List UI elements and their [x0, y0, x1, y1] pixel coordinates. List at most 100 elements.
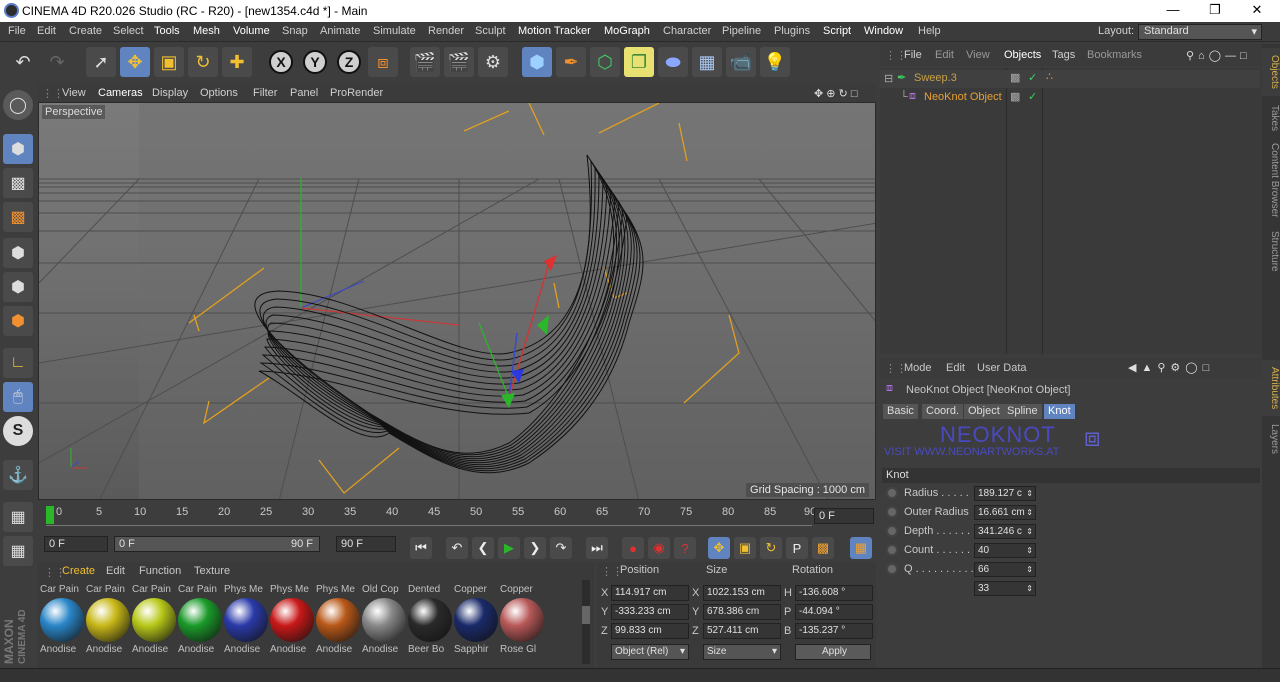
key-scale-icon[interactable]: ▣	[734, 537, 756, 559]
rot-b-field[interactable]: -135.237 °	[795, 623, 873, 639]
objects-menu-edit[interactable]: Edit	[935, 49, 954, 61]
timeline-ruler[interactable]: 0 5 10 15 20 25 30 35 40 45 50 55 60 65 …	[38, 500, 876, 534]
material-swatch[interactable]	[454, 598, 498, 642]
tag-icon[interactable]: ∴	[1046, 70, 1053, 83]
cube-object-icon[interactable]: ⬢	[522, 47, 552, 77]
animate-radio-icon[interactable]	[886, 544, 898, 556]
make-editable-icon[interactable]: ◯	[3, 90, 33, 120]
coordinate-system-icon[interactable]: ⧈	[368, 47, 398, 77]
live-selection-icon[interactable]: ➚	[86, 47, 116, 77]
objects-menu-objects[interactable]: Objects	[1004, 49, 1041, 61]
play-icon[interactable]: ▶	[498, 537, 520, 559]
menu-create[interactable]: Create	[69, 25, 102, 37]
maximize-icon[interactable]: ❐	[1200, 2, 1230, 20]
animate-radio-icon[interactable]	[886, 487, 898, 499]
material-name[interactable]: Anodise	[86, 644, 130, 655]
menu-file[interactable]: File	[8, 25, 26, 37]
param-field[interactable]: 341.246 c ⇕	[974, 524, 1036, 539]
record-active-icon[interactable]: ●	[622, 537, 644, 559]
material-menu-create[interactable]: Create	[62, 565, 95, 577]
material-swatch[interactable]	[40, 598, 84, 642]
material-name[interactable]: Rose Gl	[500, 644, 544, 655]
z-axis-lock-button[interactable]: Z	[334, 47, 364, 77]
key-parameter-icon[interactable]: P	[786, 537, 808, 559]
tab-coord[interactable]: Coord.	[922, 404, 964, 419]
layout-select[interactable]: Standard ▾	[1138, 24, 1262, 40]
collapse-icon[interactable]: ⊟	[884, 72, 893, 85]
material-swatch[interactable]	[270, 598, 314, 642]
objects-menu-bookmarks[interactable]: Bookmarks	[1087, 49, 1142, 61]
material-scrollbar[interactable]	[582, 580, 590, 664]
coord-mode-select[interactable]: Object (Rel) ▾	[611, 644, 689, 660]
autokey-icon[interactable]: ◉	[648, 537, 670, 559]
go-to-start-icon[interactable]: ⏮	[410, 537, 432, 559]
start-frame-field[interactable]: 0 F	[44, 536, 108, 552]
menu-pipeline[interactable]: Pipeline	[722, 25, 761, 37]
attributes-menu-user-data[interactable]: User Data	[977, 362, 1027, 374]
light-icon[interactable]: 💡	[760, 47, 790, 77]
keyframe-selection-icon[interactable]: ?	[674, 537, 696, 559]
side-tab-attributes[interactable]: Attributes	[1262, 360, 1280, 416]
material-menu-function[interactable]: Function	[139, 565, 181, 577]
polygons-mode-icon[interactable]: ⬢	[3, 306, 33, 336]
tree-row-neoknot[interactable]: └ ⧈ NeoKnot Object ▩ ✓	[880, 89, 1260, 107]
param-field[interactable]: 40 ⇕	[974, 543, 1036, 558]
menu-window[interactable]: Window	[864, 25, 903, 37]
size-x-field[interactable]: 1022.153 cm	[703, 585, 781, 601]
range-slider[interactable]: 0 F 90 F	[114, 536, 320, 552]
material-swatch[interactable]	[224, 598, 268, 642]
side-tab-content-browser[interactable]: Content Browser	[1262, 138, 1280, 222]
tab-object[interactable]: Object	[964, 404, 1004, 419]
menu-render[interactable]: Render	[428, 25, 464, 37]
pen-spline-icon[interactable]: ✒	[556, 47, 586, 77]
go-to-end-icon[interactable]: ⏭	[586, 537, 608, 559]
param-field[interactable]: 16.661 cm ⇕	[974, 505, 1036, 520]
material-swatch[interactable]	[362, 598, 406, 642]
material-swatch[interactable]	[408, 598, 452, 642]
solo-mode-icon[interactable]: S	[3, 416, 33, 446]
animate-radio-icon[interactable]	[886, 563, 898, 575]
material-swatch[interactable]	[316, 598, 360, 642]
objects-menu-view[interactable]: View	[966, 49, 990, 61]
viewport-menu-prorender[interactable]: ProRender	[330, 87, 383, 99]
timeline-window-icon[interactable]: ▦	[850, 537, 872, 559]
material-swatch[interactable]	[178, 598, 222, 642]
edges-mode-icon[interactable]: ⬢	[3, 272, 33, 302]
camera-icon[interactable]: 📹	[726, 47, 756, 77]
spinner-icon[interactable]: ⇕	[1026, 544, 1033, 557]
menu-edit[interactable]: Edit	[37, 25, 56, 37]
timeline-track[interactable]: 0 5 10 15 20 25 30 35 40 45 50 55 60 65 …	[46, 504, 816, 526]
cloner-icon[interactable]: ❐	[624, 47, 654, 77]
scale-tool-icon[interactable]: ▣	[154, 47, 184, 77]
tab-knot[interactable]: Knot	[1044, 404, 1075, 419]
attributes-menu-edit[interactable]: Edit	[946, 362, 965, 374]
menu-help[interactable]: Help	[918, 25, 941, 37]
model-mode-icon[interactable]: ⬢	[3, 134, 33, 164]
animate-radio-icon[interactable]	[886, 525, 898, 537]
tab-basic[interactable]: Basic	[883, 404, 918, 419]
move-tool-icon[interactable]: ✥	[120, 47, 150, 77]
render-picture-viewer-icon[interactable]: 🎬	[444, 47, 474, 77]
spinner-icon[interactable]: ⇕	[1026, 525, 1033, 538]
visibility-icon[interactable]: ▩	[1010, 90, 1020, 103]
undo-button[interactable]: ↶	[8, 47, 38, 77]
viewport-menu-filter[interactable]: Filter	[253, 87, 277, 99]
current-frame-field[interactable]: 0 F	[814, 508, 874, 524]
param-field[interactable]: 66 ⇕	[974, 562, 1036, 577]
next-frame-icon[interactable]: ❯	[524, 537, 546, 559]
menu-plugins[interactable]: Plugins	[774, 25, 810, 37]
next-key-icon[interactable]: ↷	[550, 537, 572, 559]
viewport-menu-cameras[interactable]: Cameras	[98, 87, 143, 99]
objects-nav-icons[interactable]: ⚲⌂◯—□	[1186, 49, 1251, 62]
material-name[interactable]: Anodise	[316, 644, 360, 655]
material-name[interactable]: Anodise	[362, 644, 406, 655]
tree-row-sweep[interactable]: ⊟ ✒ Sweep.3 ▩ ✓ ∴	[880, 70, 1260, 88]
material-name[interactable]: Anodise	[40, 644, 84, 655]
spinner-icon[interactable]: ⇕	[1026, 582, 1033, 595]
enabled-check-icon[interactable]: ✓	[1028, 71, 1037, 84]
viewport-3d[interactable]: Perspective Grid Spacing : 1000 cm	[38, 102, 876, 500]
rot-h-field[interactable]: -136.608 °	[795, 585, 873, 601]
objects-menu-tags[interactable]: Tags	[1052, 49, 1075, 61]
menu-snap[interactable]: Snap	[282, 25, 308, 37]
objects-menu-file[interactable]: File	[904, 49, 922, 61]
